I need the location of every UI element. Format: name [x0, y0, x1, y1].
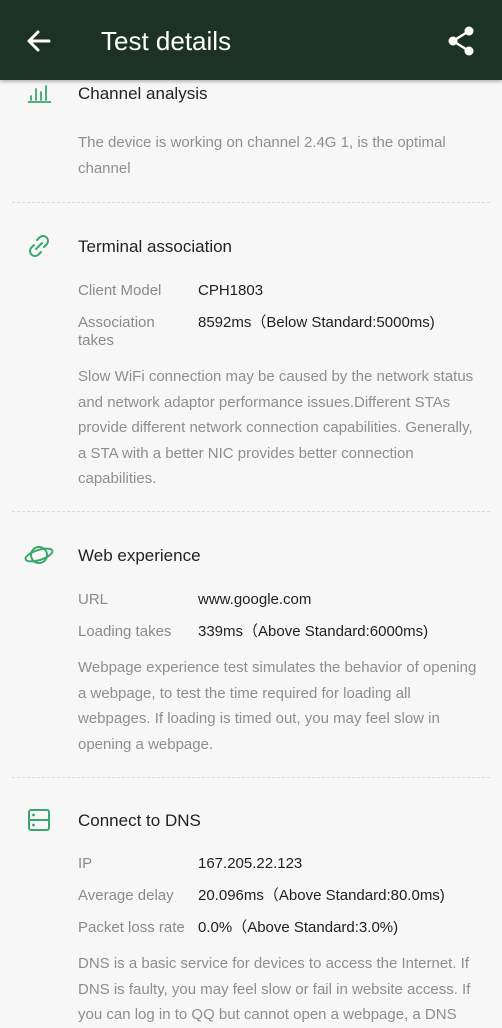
url-label: URL — [78, 591, 109, 608]
terminal-association-title: Terminal association — [78, 237, 233, 256]
share-icon[interactable] — [444, 24, 478, 58]
app-bar: Test details — [0, 0, 502, 80]
association-takes-value: 8592ms（Below Standard:5000ms) — [198, 314, 435, 331]
url-value: www.google.com — [198, 591, 312, 608]
ip-value: 167.205.22.123 — [198, 855, 303, 872]
section-divider — [12, 777, 490, 778]
packet-loss-label: Packet loss rate — [78, 919, 185, 936]
web-experience-title: Web experience — [78, 546, 201, 565]
loading-takes-label: Loading takes — [78, 623, 172, 640]
loading-takes-value: 339ms（Above Standard:6000ms) — [198, 623, 429, 640]
connect-dns-title: Connect to DNS — [78, 811, 201, 830]
server-icon — [28, 809, 50, 831]
ip-label: IP — [78, 855, 93, 872]
client-model-label: Client Model — [78, 282, 162, 299]
back-arrow-icon[interactable] — [22, 24, 56, 58]
web-description: Webpage experience test simulates the be… — [78, 659, 477, 753]
association-takes-label: Association takes — [78, 314, 155, 349]
link-icon — [29, 235, 49, 257]
section-divider — [12, 202, 490, 203]
bar-chart-icon — [28, 85, 51, 103]
channel-description: The device is working on channel 2.4G 1,… — [78, 134, 446, 177]
average-delay-value: 20.096ms（Above Standard:80.0ms) — [198, 887, 445, 904]
channel-analysis-title: Channel analysis — [78, 84, 208, 103]
page-title: Test details — [101, 26, 232, 56]
terminal-description: Slow WiFi connection may be caused by th… — [78, 368, 474, 487]
dns-description: DNS is a basic service for devices to ac… — [78, 955, 471, 1023]
planet-icon — [24, 546, 54, 564]
packet-loss-value: 0.0%（Above Standard:3.0%) — [198, 919, 399, 936]
section-divider — [12, 511, 490, 512]
client-model-value: CPH1803 — [198, 282, 264, 299]
average-delay-label: Average delay — [78, 887, 174, 904]
